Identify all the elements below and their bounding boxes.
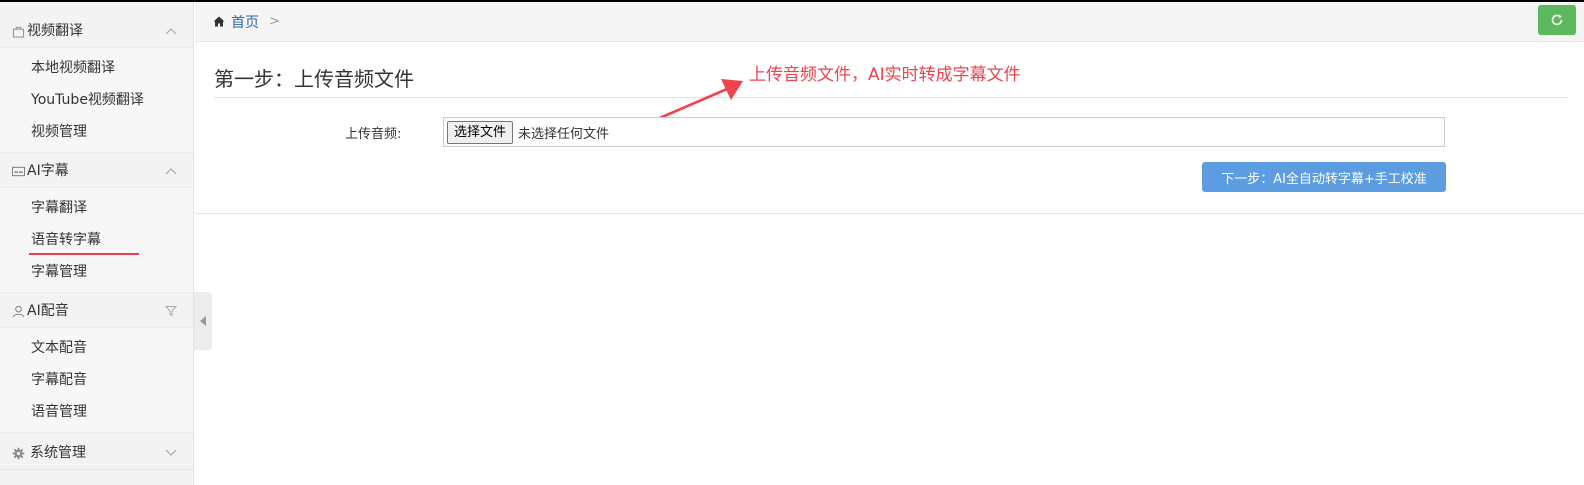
sidebar-item-subtitle-translate[interactable]: 字幕翻译 — [0, 192, 193, 224]
refresh-button[interactable] — [1538, 5, 1576, 35]
file-status-text: 未选择任何文件 — [518, 126, 610, 142]
sidebar: 视频翻译 本地视频翻译 YouTube视频翻译 视频管理 AI字幕 字幕翻译 语… — [0, 2, 194, 485]
sidebar-item-subtitle-dubbing[interactable]: 字幕配音 — [0, 364, 193, 396]
upload-step-card: 第一步：上传音频文件 上传音频文件，AI实时转成字幕文件 上传音频: 选择文件 … — [195, 43, 1584, 214]
subtitle-screen-icon — [12, 166, 25, 176]
sidebar-group-title: AI配音 — [27, 303, 69, 319]
upload-audio-label: 上传音频: — [345, 127, 402, 142]
sidebar-group-video-translate[interactable]: 视频翻译 — [0, 15, 193, 47]
chevron-down-icon[interactable] — [165, 437, 177, 469]
sidebar-item-local-video-translate[interactable]: 本地视频翻译 — [0, 52, 193, 84]
sidebar-group-system-manage[interactable]: 系统管理 — [0, 437, 193, 470]
user-voice-icon — [12, 305, 25, 317]
step-title: 第一步：上传音频文件 — [214, 67, 414, 91]
choose-file-button[interactable]: 选择文件 — [447, 120, 514, 144]
home-icon — [213, 16, 225, 27]
sidebar-group-ai-subtitle[interactable]: AI字幕 — [0, 155, 193, 187]
audio-file-input[interactable]: 选择文件 未选择任何文件 — [443, 117, 1445, 147]
chevron-up-icon[interactable] — [165, 155, 177, 187]
sidebar-group-items: 字幕翻译 语音转字幕 字幕管理 — [0, 187, 193, 293]
sidebar-item-label: 语音转字幕 — [31, 232, 101, 248]
refresh-icon — [1551, 14, 1563, 26]
sidebar-group-title: AI字幕 — [27, 163, 69, 179]
sidebar-item-speech-to-subtitle[interactable]: 语音转字幕 — [0, 224, 193, 256]
active-underline — [29, 253, 139, 255]
breadcrumb-home-link[interactable]: 首页 — [231, 12, 259, 32]
annotation-text: 上传音频文件，AI实时转成字幕文件 — [749, 65, 1021, 85]
title-divider — [214, 97, 1568, 98]
breadcrumb-separator: > — [269, 14, 280, 29]
sidebar-group-items: 本地视频翻译 YouTube视频翻译 视频管理 — [0, 47, 193, 153]
video-bag-icon — [12, 26, 25, 38]
sidebar-item-text-dubbing[interactable]: 文本配音 — [0, 332, 193, 364]
filter-icon[interactable] — [165, 295, 177, 327]
sidebar-group-ai-dubbing[interactable]: AI配音 — [0, 295, 193, 327]
sidebar-group-title: 系统管理 — [30, 445, 86, 461]
sidebar-item-video-manage[interactable]: 视频管理 — [0, 116, 193, 148]
gear-icon — [12, 447, 25, 459]
breadcrumb: 首页 > — [195, 2, 1584, 42]
sidebar-group-title: 视频翻译 — [27, 23, 83, 39]
next-step-button[interactable]: 下一步：AI全自动转字幕+手工校准 — [1202, 162, 1446, 192]
chevron-up-icon[interactable] — [165, 15, 177, 47]
sidebar-group-items: 文本配音 字幕配音 语音管理 — [0, 327, 193, 433]
sidebar-item-subtitle-manage[interactable]: 字幕管理 — [0, 256, 193, 288]
sidebar-item-voice-manage[interactable]: 语音管理 — [0, 396, 193, 428]
main-content: 首页 > 第一步：上传音频文件 上传音频文件，AI实时转成字幕文件 上传音频: … — [195, 2, 1584, 485]
sidebar-item-youtube-video-translate[interactable]: YouTube视频翻译 — [0, 84, 193, 116]
